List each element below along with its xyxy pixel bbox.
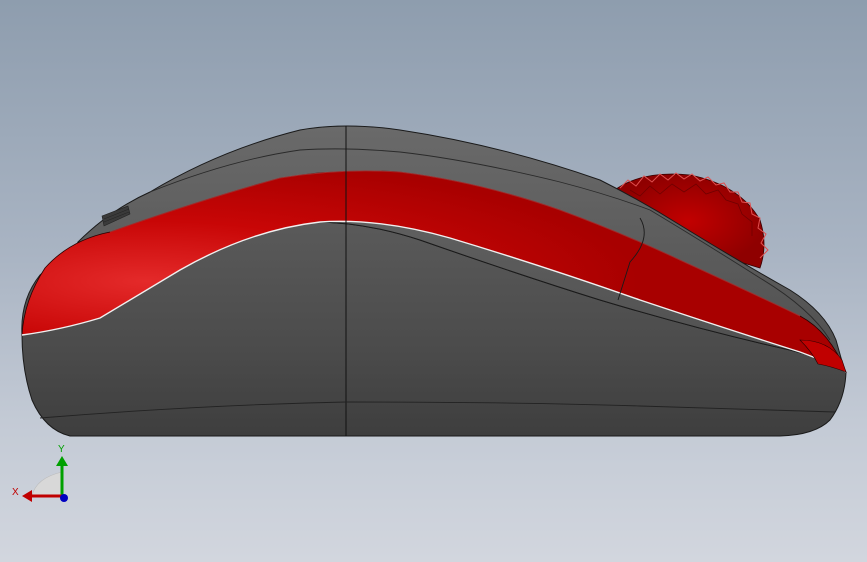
x-axis-arrow	[22, 490, 32, 502]
x-axis-label: X	[12, 487, 19, 498]
cad-viewport[interactable]: X Y	[0, 0, 867, 562]
mouse-model[interactable]	[0, 0, 867, 562]
z-axis-dot	[60, 494, 68, 502]
y-axis-arrow	[56, 456, 68, 466]
axis-triad: X Y	[12, 444, 68, 502]
y-axis-label: Y	[58, 444, 65, 455]
